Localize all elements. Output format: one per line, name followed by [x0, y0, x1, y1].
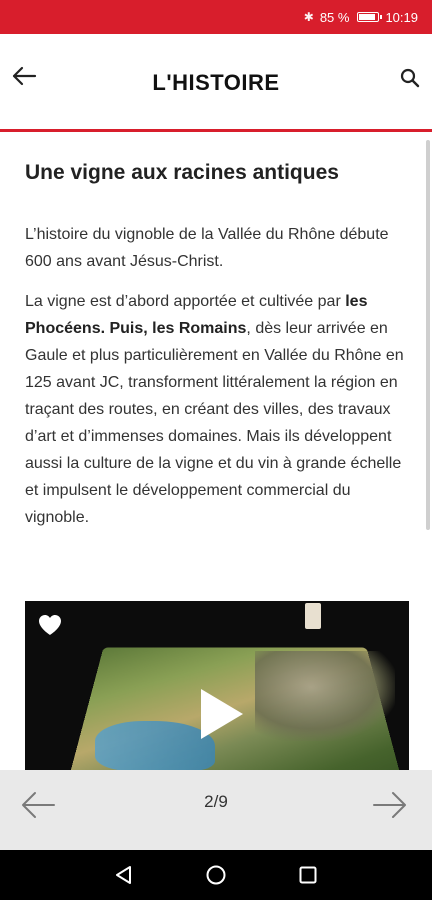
play-icon[interactable] — [201, 689, 243, 739]
next-page-button[interactable] — [372, 790, 412, 820]
battery-icon — [357, 12, 383, 22]
clock: 10:19 — [385, 9, 418, 25]
bluetooth-icon: ✱ — [303, 10, 314, 24]
search-button[interactable] — [396, 64, 424, 92]
pager-bar: 2/9 — [0, 770, 432, 850]
article-paragraph-2: La vigne est d’abord apportée et cultivé… — [25, 288, 410, 531]
article-paragraph-1: L’histoire du vignoble de la Vallée du R… — [25, 226, 389, 270]
status-bar: ✱ 85 % 10:19 — [0, 0, 432, 34]
video-player[interactable] — [25, 601, 409, 770]
paragraph-2-start: La vigne est d’abord apportée et cultivé… — [25, 293, 346, 310]
circle-home-icon[interactable] — [205, 864, 227, 886]
system-navigation-bar — [0, 850, 432, 900]
paragraph-2-end: , dès leur arrivée en Gaule et plus part… — [25, 320, 404, 526]
article-content[interactable]: Une vigne aux racines antiques L’histoir… — [0, 135, 432, 770]
page-indicator: 2/9 — [204, 792, 228, 811]
page-title: L'HISTOIRE — [152, 70, 280, 95]
triangle-back-icon[interactable] — [113, 864, 135, 886]
app-header: L'HISTOIRE — [0, 34, 432, 132]
square-recent-icon[interactable] — [297, 864, 319, 886]
scrollbar[interactable] — [426, 140, 430, 530]
video-thumbnail-ridge — [255, 651, 395, 741]
search-icon — [400, 68, 420, 88]
battery-text: 85 % — [319, 9, 350, 25]
video-minimap — [305, 603, 321, 629]
article-title: Une vigne aux racines antiques — [25, 161, 339, 184]
video-thumbnail-water — [95, 721, 215, 770]
heart-icon[interactable] — [37, 613, 63, 637]
arrow-right-icon — [373, 792, 406, 818]
